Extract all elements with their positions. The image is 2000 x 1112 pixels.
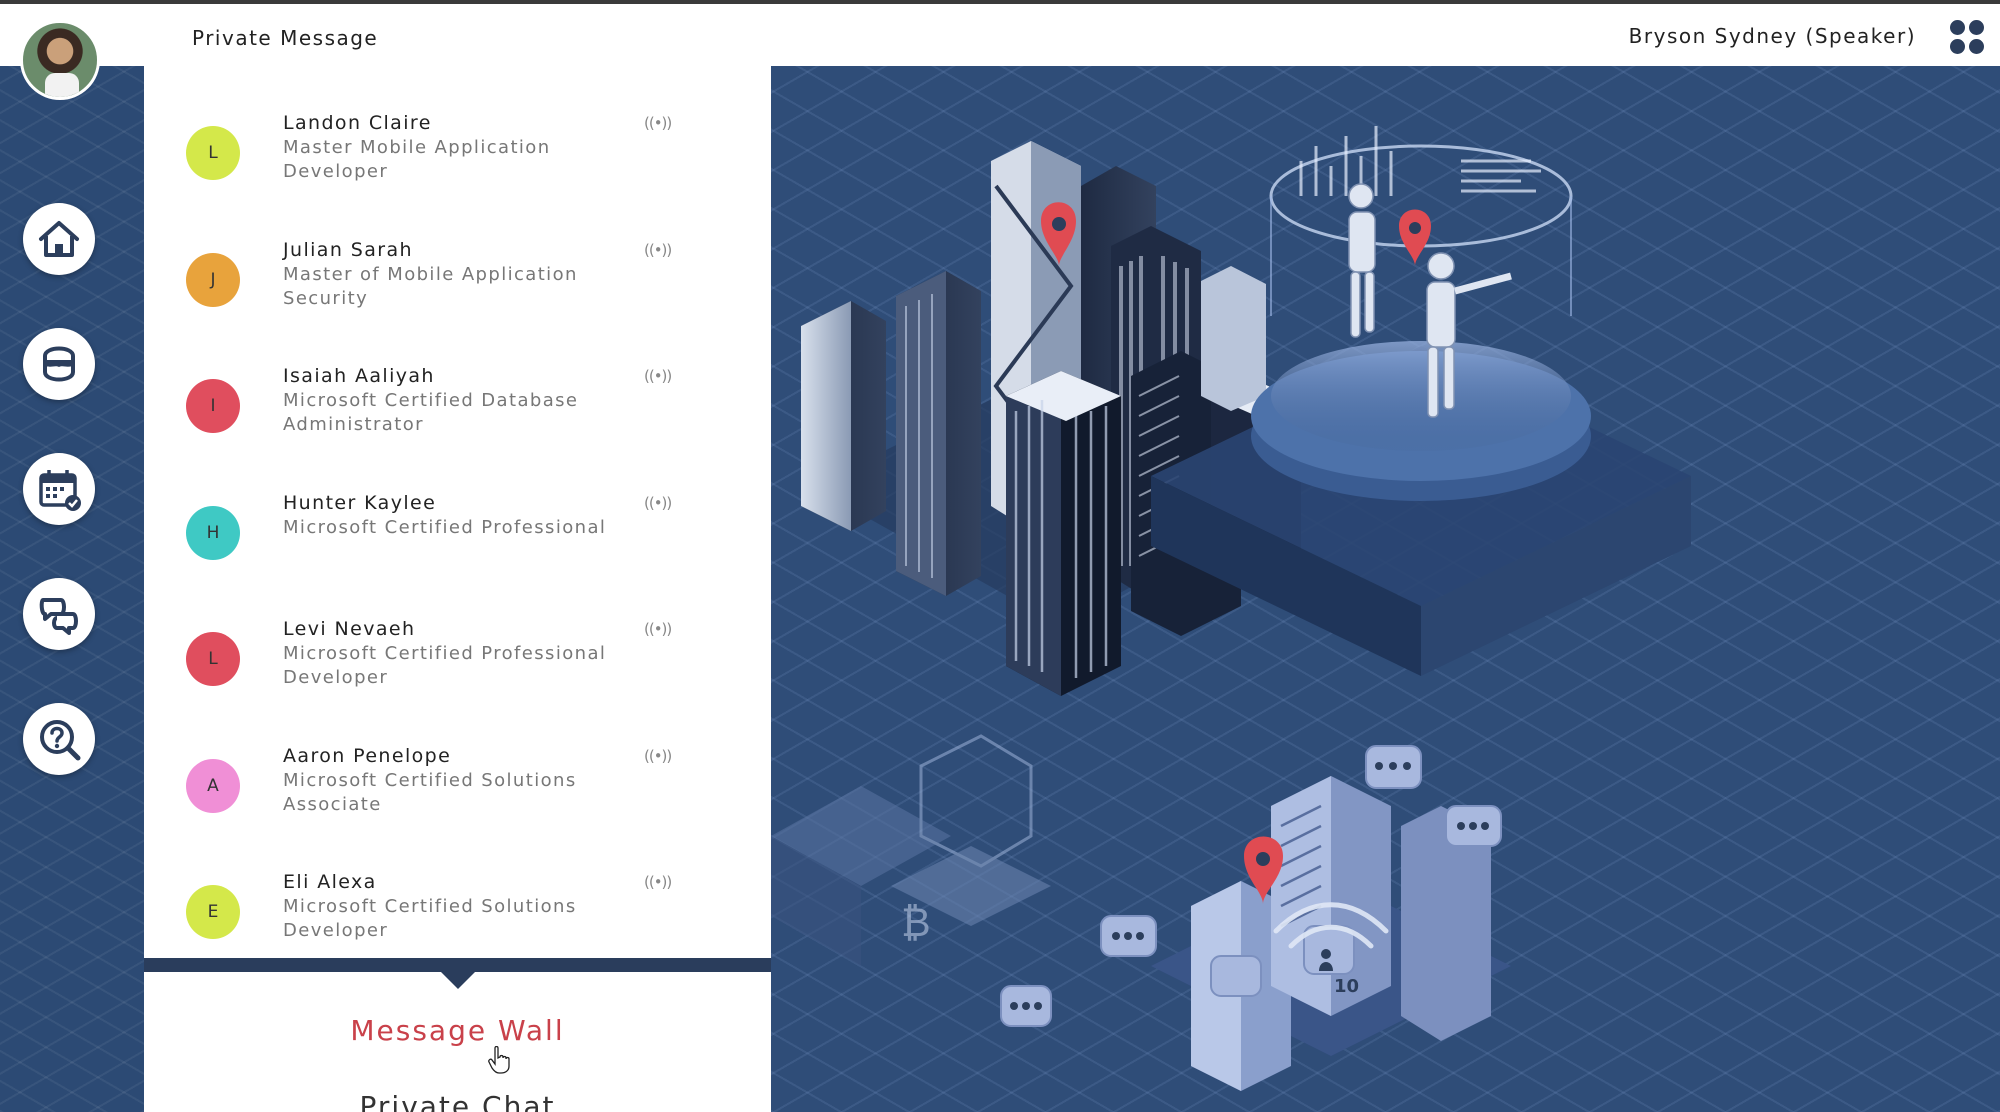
contact-role: Master of Mobile Application Security <box>283 263 578 309</box>
sidebar-item-profile[interactable] <box>23 328 95 400</box>
contact-role: Microsoft Certified Database Administrat… <box>283 390 579 435</box>
tower-cluster <box>801 141 1301 696</box>
contact-role: Microsoft Certified Professional <box>283 516 607 538</box>
broadcast-icon[interactable]: ((•)) <box>644 367 672 385</box>
svg-text:₿: ₿ <box>901 900 931 946</box>
location-pin-icon <box>1399 209 1431 266</box>
page-title: Private Message <box>192 26 379 50</box>
contact-name: Landon Claire <box>283 112 432 134</box>
contact-name: Eli Alexa <box>283 871 377 893</box>
contact-name: Aaron Penelope <box>283 744 452 767</box>
contact-list-item[interactable]: A Aaron Penelope Microsoft Certified Solut… <box>144 729 771 855</box>
broadcast-icon[interactable]: ((•)) <box>644 241 672 259</box>
chat-data-cluster: 10 <box>1000 745 1511 1091</box>
broadcast-icon[interactable]: ((•)) <box>644 620 672 638</box>
home-icon <box>39 221 79 257</box>
contact-list-item[interactable]: H Hunter Kaylee Microsoft Certified Profes… <box>144 476 771 602</box>
tab-pointer-indicator <box>440 971 476 989</box>
contact-list-item[interactable]: L Levi Nevaeh Microsoft Certified Professi… <box>144 602 771 728</box>
sidebar-item-help[interactable] <box>23 703 95 775</box>
chat-bubbles-icon <box>39 598 78 635</box>
participants-count-badge: 10 <box>1334 976 1359 997</box>
contact-initial-avatar: H <box>186 505 240 560</box>
contact-initial-avatar: L <box>186 126 240 180</box>
contact-initial-avatar: I <box>186 379 240 433</box>
contact-initial-avatar: E <box>186 885 240 939</box>
panel-divider <box>144 958 771 972</box>
broadcast-icon[interactable]: ((•)) <box>644 747 672 765</box>
contact-list-item[interactable]: L Landon Claire Master Mobile Application … <box>144 96 771 222</box>
sidebar-item-calendar[interactable] <box>23 453 95 525</box>
apps-grid-icon[interactable] <box>1950 20 1984 54</box>
contact-list-item[interactable]: J Julian Sarah Master of Mobile Applicatio… <box>144 223 771 349</box>
contact-list-item[interactable]: I Isaiah Aaliyah Microsoft Certified Datab… <box>144 349 771 475</box>
tab-message-wall[interactable]: Message Wall <box>144 1014 771 1047</box>
current-user-label[interactable]: Bryson Sydney (Speaker) <box>1629 24 1916 48</box>
question-search-icon <box>40 720 81 761</box>
hand-cursor-icon <box>488 1046 510 1074</box>
tab-private-chat[interactable]: Private Chat <box>144 1090 771 1112</box>
sidebar-item-chat[interactable] <box>23 578 95 650</box>
calendar-check-icon <box>39 470 81 511</box>
contact-name: Julian Sarah <box>283 238 413 261</box>
contact-role: Microsoft Certified Solutions Associate <box>283 769 577 815</box>
sidebar-item-home[interactable] <box>23 203 95 275</box>
contact-list-item[interactable]: E Eli Alexa Microsoft Certified Solutions … <box>144 855 771 958</box>
contact-initial-avatar: A <box>186 758 240 813</box>
contact-list-panel: L Landon Claire Master Mobile Application … <box>144 66 771 958</box>
contact-name: Hunter Kaylee <box>283 491 437 514</box>
message-tabs: Message Wall Private Chat <box>144 971 771 1112</box>
contact-role: Microsoft Certified Professional Develop… <box>283 643 607 688</box>
isometric-city-graphic: ₿ 10 <box>771 126 1691 1091</box>
contact-initial-avatar: L <box>186 632 240 686</box>
contact-initial-avatar: J <box>186 252 240 307</box>
broadcast-icon[interactable]: ((•)) <box>644 114 672 132</box>
contact-name: Isaiah Aaliyah <box>283 365 435 387</box>
top-bar: Private Message Bryson Sydney (Speaker) <box>0 0 2000 66</box>
sidebar <box>0 20 144 1112</box>
contact-name: Levi Nevaeh <box>283 618 416 640</box>
contact-role: Master Mobile Application Developer <box>283 137 551 182</box>
broadcast-icon[interactable]: ((•)) <box>644 494 672 512</box>
contact-role: Microsoft Certified Solutions Developer <box>283 896 577 941</box>
avatar[interactable] <box>20 20 100 100</box>
mask-face-icon <box>43 346 75 382</box>
broadcast-icon[interactable]: ((•)) <box>644 873 672 891</box>
city-scene-illustration: ₿ 10 <box>771 66 2000 1112</box>
